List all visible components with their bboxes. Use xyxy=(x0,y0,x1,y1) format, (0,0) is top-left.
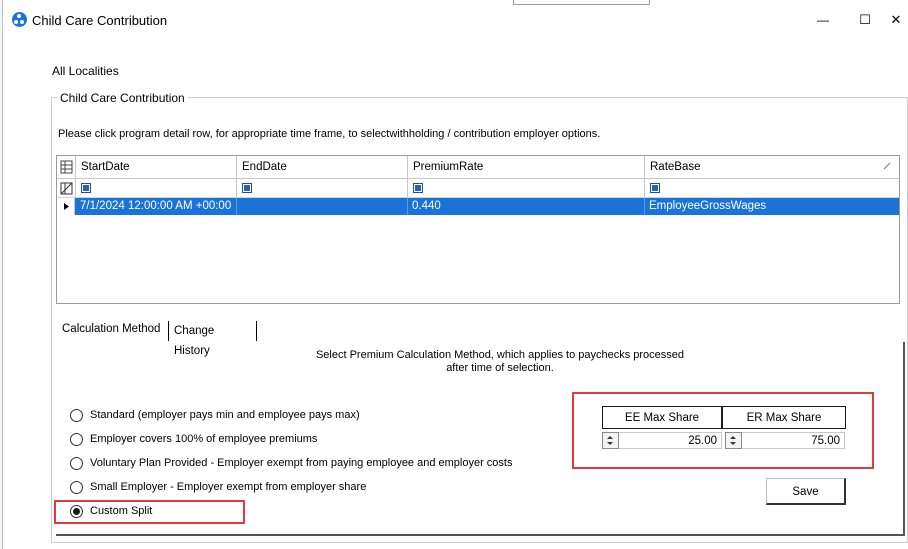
column-chooser-button[interactable] xyxy=(57,156,76,179)
background-window-edge xyxy=(0,0,3,549)
filter-cell-enddate[interactable] xyxy=(237,179,408,198)
minimize-icon: — xyxy=(817,13,829,27)
radio-voluntary-plan[interactable]: Voluntary Plan Provided - Employer exemp… xyxy=(70,454,513,472)
column-header-ratebase[interactable]: RateBase xyxy=(645,156,899,179)
filter-operator-icon[interactable] xyxy=(650,183,660,193)
cell-enddate[interactable] xyxy=(237,198,408,215)
column-header-startdate[interactable]: StartDate xyxy=(76,156,237,179)
radio-label: Small Employer - Employer exempt from em… xyxy=(90,481,367,493)
row-selector[interactable] xyxy=(57,198,75,215)
column-header-enddate[interactable]: EndDate xyxy=(237,156,408,179)
tab-change-history[interactable]: Change History xyxy=(168,321,257,357)
filter-cell-ratebase[interactable] xyxy=(645,179,899,198)
radio-label: Employer covers 100% of employee premium… xyxy=(90,433,318,445)
title-bar: Child Care Contribution — ☐ ✕ xyxy=(3,0,908,40)
radio-circle[interactable] xyxy=(70,456,83,470)
method-description: Select Premium Calculation Method, which… xyxy=(290,349,710,375)
method-description-line2: after time of selection. xyxy=(446,362,554,374)
filter-cell-premiumrate[interactable] xyxy=(408,179,645,198)
filter-operator-icon[interactable] xyxy=(413,183,423,193)
program-detail-grid: StartDate EndDate PremiumRate RateBase 7… xyxy=(56,155,900,304)
save-button[interactable]: Save xyxy=(766,478,846,505)
column-header-ratebase-label: RateBase xyxy=(650,161,701,173)
close-button[interactable]: ✕ xyxy=(881,6,908,34)
current-row-arrow-icon xyxy=(64,203,69,210)
highlight-box-custom-split xyxy=(54,500,245,524)
highlight-box-max-share xyxy=(572,392,874,469)
radio-label: Standard (employer pays min and employee… xyxy=(90,409,360,421)
filter-clear-icon xyxy=(60,182,73,195)
filter-row xyxy=(57,179,899,198)
radio-circle[interactable] xyxy=(70,432,83,446)
radio-label: Voluntary Plan Provided - Employer exemp… xyxy=(90,457,513,469)
cell-startdate[interactable]: 7/1/2024 12:00:00 AM +00:00 xyxy=(76,198,237,215)
radio-employer-covers-all[interactable]: Employer covers 100% of employee premium… xyxy=(70,430,317,448)
tab-calculation-method[interactable]: Calculation Method xyxy=(57,318,169,342)
close-icon: ✕ xyxy=(890,12,902,27)
minimize-button[interactable]: — xyxy=(800,6,846,34)
filter-operator-icon[interactable] xyxy=(81,183,91,193)
radio-small-employer[interactable]: Small Employer - Employer exempt from em… xyxy=(70,478,366,496)
radio-circle[interactable] xyxy=(70,480,83,494)
window-title: Child Care Contribution xyxy=(32,13,168,28)
grid-header: StartDate EndDate PremiumRate RateBase xyxy=(57,156,899,179)
column-header-premiumrate[interactable]: PremiumRate xyxy=(408,156,645,179)
groupbox-legend: Child Care Contribution xyxy=(57,91,188,105)
radio-standard[interactable]: Standard (employer pays min and employee… xyxy=(70,406,360,424)
cell-premiumrate[interactable]: 0.440 xyxy=(408,198,645,215)
sort-indicator-icon xyxy=(883,162,891,170)
instructions-text: Please click program detail row, for app… xyxy=(58,128,601,140)
filter-cell-startdate[interactable] xyxy=(76,179,237,198)
filter-operator-icon[interactable] xyxy=(242,183,252,193)
column-chooser-icon xyxy=(60,160,73,174)
table-row[interactable]: 7/1/2024 12:00:00 AM +00:00 0.440 Employ… xyxy=(57,198,899,215)
radio-circle[interactable] xyxy=(70,408,83,422)
locality-label: All Localities xyxy=(52,64,119,78)
maximize-icon: ☐ xyxy=(859,12,871,27)
filter-clear-button[interactable] xyxy=(57,179,76,198)
method-description-line1: Select Premium Calculation Method, which… xyxy=(315,349,685,361)
app-icon xyxy=(12,12,27,27)
cell-ratebase[interactable]: EmployeeGrossWages xyxy=(645,198,899,215)
